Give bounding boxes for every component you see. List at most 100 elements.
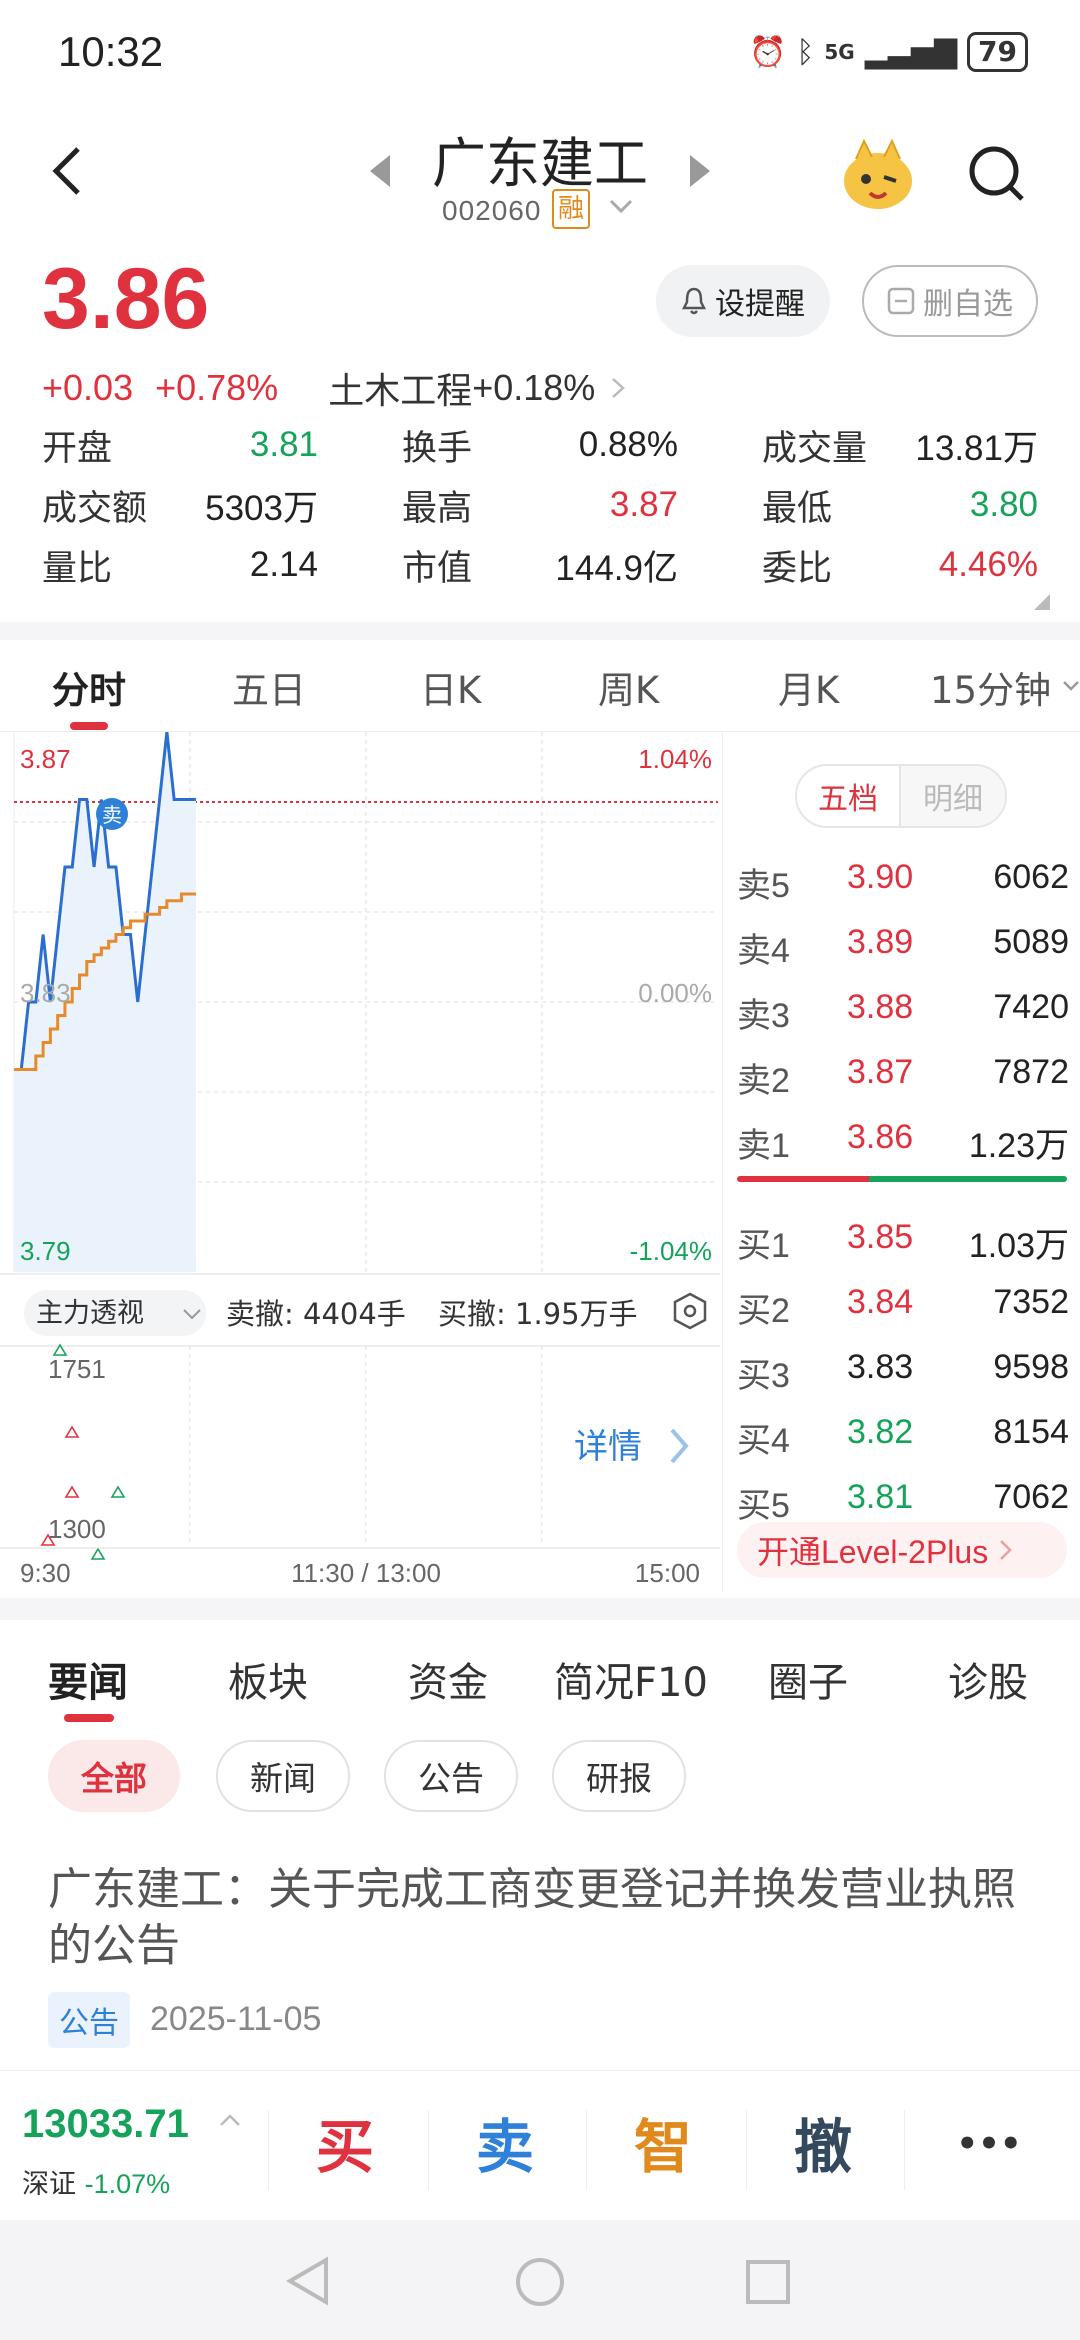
orderbook-divider xyxy=(737,1176,1067,1182)
orderbook-tabs: 五档 明细 xyxy=(795,764,1007,828)
orderbook-row[interactable]: 卖4 3.89 5089 xyxy=(737,923,1080,979)
level2-label: 开通Level-2Plus xyxy=(757,1534,989,1570)
stat-item: 量比 2.14 xyxy=(42,540,318,590)
stat-label: 最低 xyxy=(762,488,833,529)
chart-svg: 3.87 3.83 3.79 1.04% 0.00% -1.04% 卖主力透视 卖撤: 440… xyxy=(0,731,720,1588)
news-filter-chip[interactable]: 研报 xyxy=(552,1740,686,1812)
orderbook-row[interactable]: 卖1 3.86 1.23万 xyxy=(737,1118,1080,1174)
index-pct: -1.07% xyxy=(84,2169,171,2199)
news-filter-chip[interactable]: 全部 xyxy=(48,1740,180,1812)
next-stock-icon[interactable] xyxy=(686,153,712,193)
remove-watchlist-label: 删自选 xyxy=(923,287,1013,322)
orderbook-row[interactable]: 买1 3.85 1.03万 xyxy=(737,1218,1080,1274)
settings-icon-center xyxy=(683,1304,697,1318)
news-tab[interactable]: 简况F10 xyxy=(554,1650,708,1708)
orderbook-row[interactable]: 买4 3.82 8154 xyxy=(737,1413,1080,1469)
battery-icon: 79 xyxy=(967,32,1028,72)
stat-label: 委比 xyxy=(762,548,833,589)
tab-period[interactable]: 月K xyxy=(778,660,839,714)
news-filter-chip[interactable]: 公告 xyxy=(384,1740,518,1812)
price-mid-label: 3.83 xyxy=(20,978,71,1008)
nav-home-icon[interactable] xyxy=(514,2256,566,2312)
intraday-chart[interactable]: 3.87 3.83 3.79 1.04% 0.00% -1.04% 卖主力透视 卖撤: 440… xyxy=(0,731,720,1592)
orderbook-volume: 1.23万 xyxy=(968,1127,1069,1165)
nav-recents-icon[interactable] xyxy=(744,2258,792,2310)
pct-low-label: -1.04% xyxy=(630,1236,712,1266)
chevron-up-icon[interactable] xyxy=(218,2112,242,2132)
orderbook-level: 买3 xyxy=(737,1357,790,1395)
orderbook-row[interactable]: 卖2 3.87 7872 xyxy=(737,1053,1080,1109)
sell-button[interactable]: 卖 xyxy=(450,2100,560,2184)
remove-watchlist-button[interactable]: 删自选 xyxy=(862,265,1038,337)
orderbook-level: 卖5 xyxy=(737,867,790,905)
news-tab[interactable]: 板块 xyxy=(228,1650,308,1708)
signal-icon: ▂▃▅▇ xyxy=(864,34,958,70)
divider xyxy=(904,2110,905,2190)
divider xyxy=(268,2110,269,2190)
search-icon[interactable] xyxy=(964,141,1030,207)
orderbook-row[interactable]: 买2 3.84 7352 xyxy=(737,1283,1080,1339)
index-name-row: 深证 -1.07% xyxy=(22,2162,170,2201)
divider xyxy=(428,2110,429,2190)
tab-detail[interactable]: 明细 xyxy=(901,766,1005,826)
orderbook-price: 3.85 xyxy=(847,1218,914,1256)
change-row: +0.03 +0.78% 土木工程 +0.18% xyxy=(42,362,631,414)
detail-link[interactable]: 详情 xyxy=(574,1427,642,1467)
news-headline[interactable]: 广东建工：关于完成工商变更登记并换发营业执照的公告 xyxy=(48,1862,1038,1974)
mascot-icon[interactable] xyxy=(838,135,918,215)
orderbook-level: 买5 xyxy=(737,1487,790,1525)
stat-item: 委比 4.46% xyxy=(762,540,1038,590)
order-book: 五档 明细 卖5 3.90 6062 卖4 3.89 5089 卖3 3.88 7420 卖2 3.… xyxy=(722,732,1080,1592)
stock-name: 广东建工 xyxy=(432,132,648,195)
nav-back-icon[interactable] xyxy=(284,2256,334,2310)
level2-banner[interactable]: 开通Level-2Plus xyxy=(737,1522,1067,1578)
orderbook-level: 买1 xyxy=(737,1227,790,1265)
tab-period[interactable]: 分时 xyxy=(52,660,126,714)
divider xyxy=(586,2110,587,2190)
news-tab[interactable]: 圈子 xyxy=(768,1650,848,1708)
network-label: 5G xyxy=(824,40,855,64)
smart-button[interactable]: 智 xyxy=(608,2100,718,2184)
stat-item: 最高 3.87 xyxy=(402,480,678,530)
sector-link[interactable]: 土木工程 +0.18% xyxy=(328,362,631,414)
orderbook-level: 买2 xyxy=(737,1292,790,1330)
margin-badge: 融 xyxy=(552,189,590,229)
tab-five-level[interactable]: 五档 xyxy=(797,766,901,826)
news-tab[interactable]: 诊股 xyxy=(948,1650,1028,1708)
stat-item: 最低 3.80 xyxy=(762,480,1038,530)
stat-label: 最高 xyxy=(402,488,473,529)
chevron-down-icon[interactable] xyxy=(1062,678,1080,697)
tab-period[interactable]: 周K xyxy=(598,660,659,714)
buy-cancel-text: 买撤: 1.95万手 xyxy=(438,1297,638,1331)
orderbook-row[interactable]: 买3 3.83 9598 xyxy=(737,1348,1080,1404)
news-tab[interactable]: 要闻 xyxy=(48,1650,128,1708)
tab-period[interactable]: 15分钟 xyxy=(930,660,1051,714)
set-alert-label: 设提醒 xyxy=(715,287,805,322)
tab-period[interactable]: 五日 xyxy=(232,660,306,714)
orderbook-volume: 7352 xyxy=(993,1283,1069,1321)
chevron-down-icon[interactable] xyxy=(608,197,634,221)
orderbook-volume: 6062 xyxy=(993,858,1069,896)
orderbook-row[interactable]: 卖5 3.90 6062 xyxy=(737,858,1080,914)
buy-button[interactable]: 买 xyxy=(290,2100,400,2184)
news-filter-chip[interactable]: 新闻 xyxy=(216,1740,350,1812)
cancel-order-button[interactable]: 撤 xyxy=(768,2100,878,2184)
divider xyxy=(0,622,1080,640)
time-start-label: 9:30 xyxy=(20,1558,71,1588)
set-alert-button[interactable]: 设提醒 xyxy=(656,265,830,337)
news-tab[interactable]: 资金 xyxy=(408,1650,488,1708)
tab-period[interactable]: 日K xyxy=(420,660,481,714)
news-tab-underline xyxy=(64,1714,114,1722)
index-value[interactable]: 13033.71 xyxy=(22,2102,189,2147)
sector-pct: +0.18% xyxy=(472,367,596,408)
chevron-right-icon xyxy=(1000,1540,1012,1560)
more-button[interactable]: ••• xyxy=(934,2124,1044,2164)
orderbook-price: 3.89 xyxy=(847,923,914,961)
stat-item: 成交量 13.81万 xyxy=(762,420,1038,470)
orderbook-price: 3.82 xyxy=(847,1413,914,1451)
orderbook-row[interactable]: 卖3 3.88 7420 xyxy=(737,988,1080,1044)
price-change-pct: +0.78% xyxy=(155,367,279,408)
settings-icon[interactable] xyxy=(673,1292,707,1330)
stat-value: 144.9亿 xyxy=(555,548,678,588)
expand-corner-icon[interactable] xyxy=(1034,594,1050,614)
